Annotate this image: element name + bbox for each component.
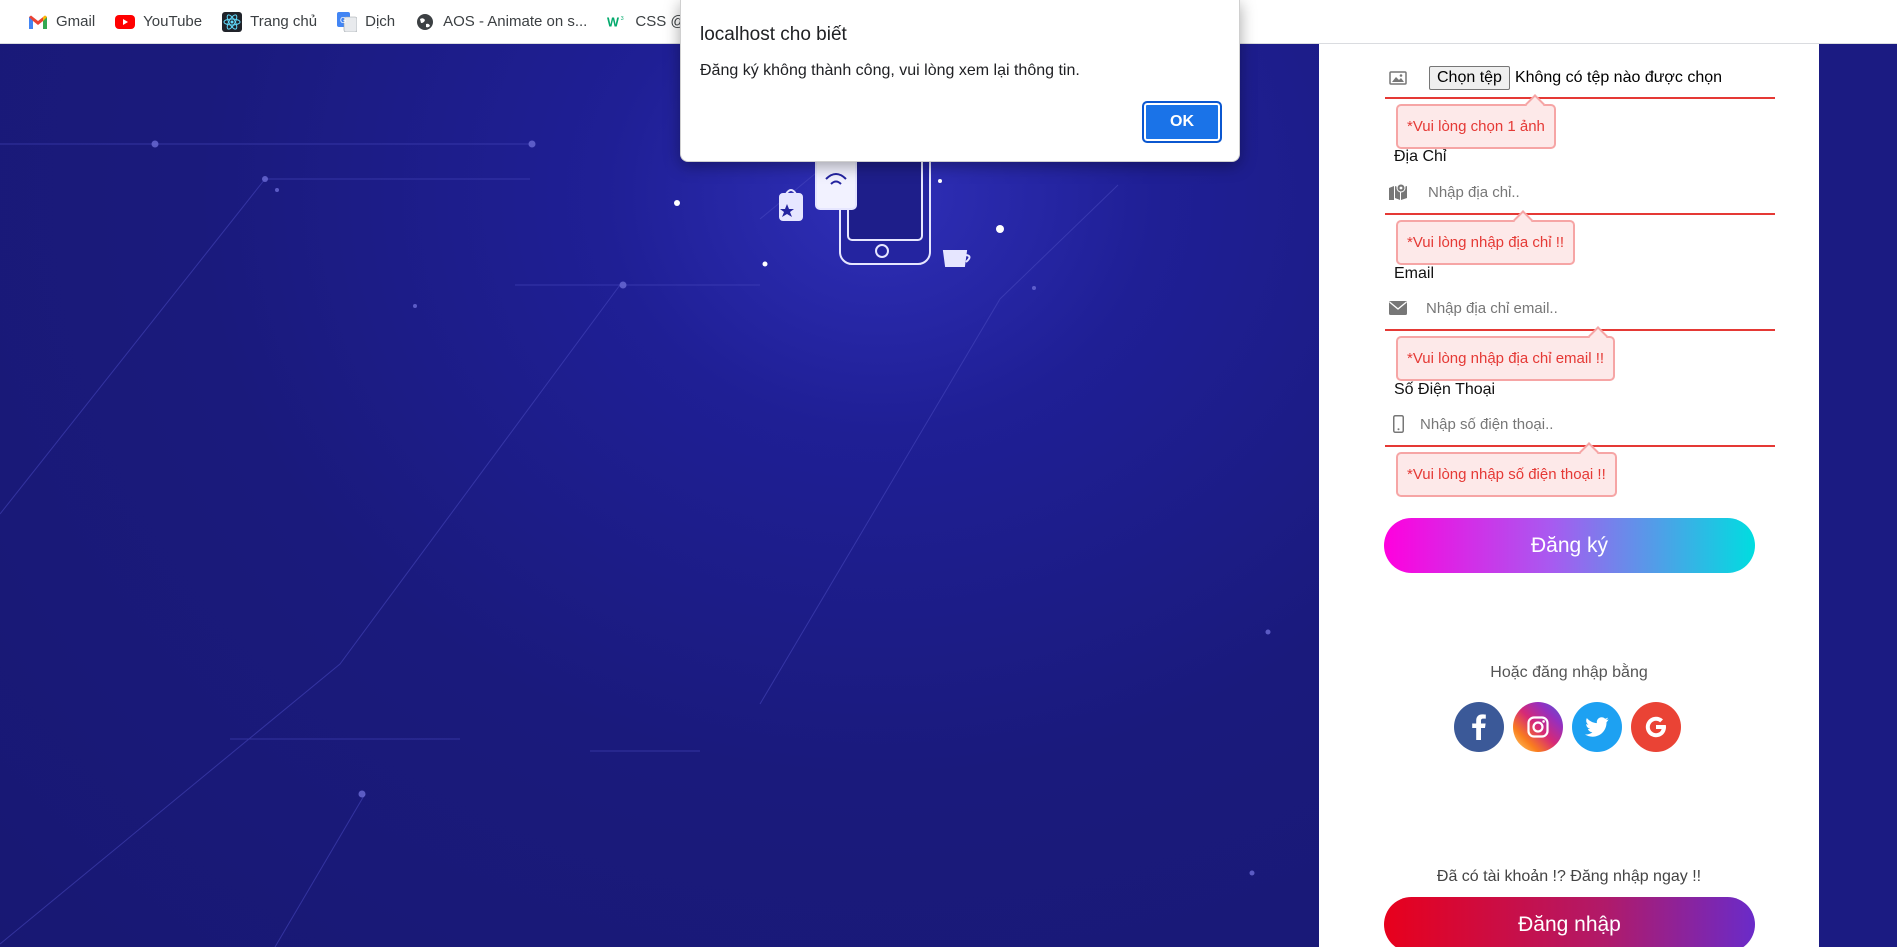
dialog-ok-button[interactable]: OK: [1142, 101, 1222, 143]
address-underline: [1385, 213, 1775, 215]
or-login-with-text: Hoặc đăng nhập bằng: [1490, 664, 1648, 681]
globe-icon: [415, 12, 435, 32]
register-button[interactable]: Đăng ký: [1384, 518, 1755, 573]
image-icon: [1386, 71, 1410, 85]
address-row: [1386, 177, 1773, 207]
phone-input[interactable]: [1420, 415, 1720, 433]
envelope-icon: [1386, 301, 1410, 315]
svg-text:3: 3: [621, 16, 624, 22]
dialog-message: Đăng ký không thành công, vui lòng xem l…: [700, 62, 1080, 79]
have-account-text: Đã có tài khoản !? Đăng nhập ngay !!: [1436, 868, 1702, 885]
address-input[interactable]: [1428, 183, 1728, 201]
alert-dialog: localhost cho biết Đăng ký không thành c…: [680, 0, 1240, 162]
svg-text:W: W: [607, 14, 619, 29]
file-error-tooltip: *Vui lòng chọn 1 ảnh: [1396, 104, 1556, 149]
email-error-text: *Vui lòng nhập địa chỉ email !!: [1407, 350, 1605, 367]
bookmark-trang-chu[interactable]: Trang chủ: [212, 7, 327, 37]
facebook-icon[interactable]: [1454, 702, 1504, 752]
address-error-text: *Vui lòng nhập địa chỉ !!: [1407, 234, 1565, 251]
w3schools-icon: W3: [607, 12, 627, 32]
email-input[interactable]: [1426, 299, 1726, 317]
youtube-icon: [115, 12, 136, 32]
bookmark-dich[interactable]: G Dịch: [327, 7, 405, 37]
background-right-strip: [1818, 44, 1897, 947]
address-label: Địa Chỉ: [1394, 148, 1447, 165]
choose-file-button[interactable]: Chọn tệp: [1429, 66, 1510, 90]
google-icon[interactable]: [1631, 702, 1681, 752]
social-login-buttons: [1454, 702, 1681, 752]
login-button[interactable]: Đăng nhập: [1384, 897, 1755, 947]
register-form-panel: Chọn tệp Không có tệp nào được chọn *Vui…: [1319, 44, 1819, 947]
phone-error-tooltip: *Vui lòng nhập số điện thoại !!: [1396, 452, 1617, 497]
bookmark-gmail[interactable]: Gmail: [18, 7, 105, 37]
avatar-file-row: Chọn tệp Không có tệp nào được chọn: [1386, 61, 1773, 95]
phone-underline: [1385, 445, 1775, 447]
bookmark-label: AOS - Animate on s...: [443, 13, 588, 30]
map-icon: [1386, 183, 1410, 201]
twitter-icon[interactable]: [1572, 702, 1622, 752]
phone-row: [1386, 409, 1773, 439]
instagram-icon[interactable]: [1513, 702, 1563, 752]
dialog-title: localhost cho biết: [700, 24, 847, 45]
bookmark-label: Dịch: [365, 13, 396, 30]
bookmark-aos[interactable]: AOS - Animate on s...: [405, 7, 597, 37]
phone-error-text: *Vui lòng nhập số điện thoại !!: [1407, 466, 1606, 483]
bookmark-label: YouTube: [143, 13, 203, 30]
file-status-text: Không có tệp nào được chọn: [1514, 69, 1723, 86]
react-icon: [222, 11, 243, 32]
google-translate-icon: G: [337, 11, 358, 32]
svg-text:G: G: [340, 16, 346, 25]
phone-label: Số Điện Thoại: [1394, 381, 1496, 398]
email-underline: [1385, 329, 1775, 331]
gmail-icon: [28, 12, 48, 32]
bookmark-label: Gmail: [56, 13, 96, 30]
file-error-text: *Vui lòng chọn 1 ảnh: [1407, 118, 1545, 135]
file-underline: [1385, 97, 1775, 99]
email-error-tooltip: *Vui lòng nhập địa chỉ email !!: [1396, 336, 1616, 381]
email-row: [1386, 293, 1773, 323]
email-label: Email: [1394, 265, 1435, 282]
background-illustration: [0, 44, 1320, 947]
mobile-phone-icon: [1386, 415, 1410, 433]
bookmark-youtube[interactable]: YouTube: [105, 7, 212, 37]
address-error-tooltip: *Vui lòng nhập địa chỉ !!: [1396, 220, 1576, 265]
bookmark-label: Trang chủ: [250, 13, 318, 30]
